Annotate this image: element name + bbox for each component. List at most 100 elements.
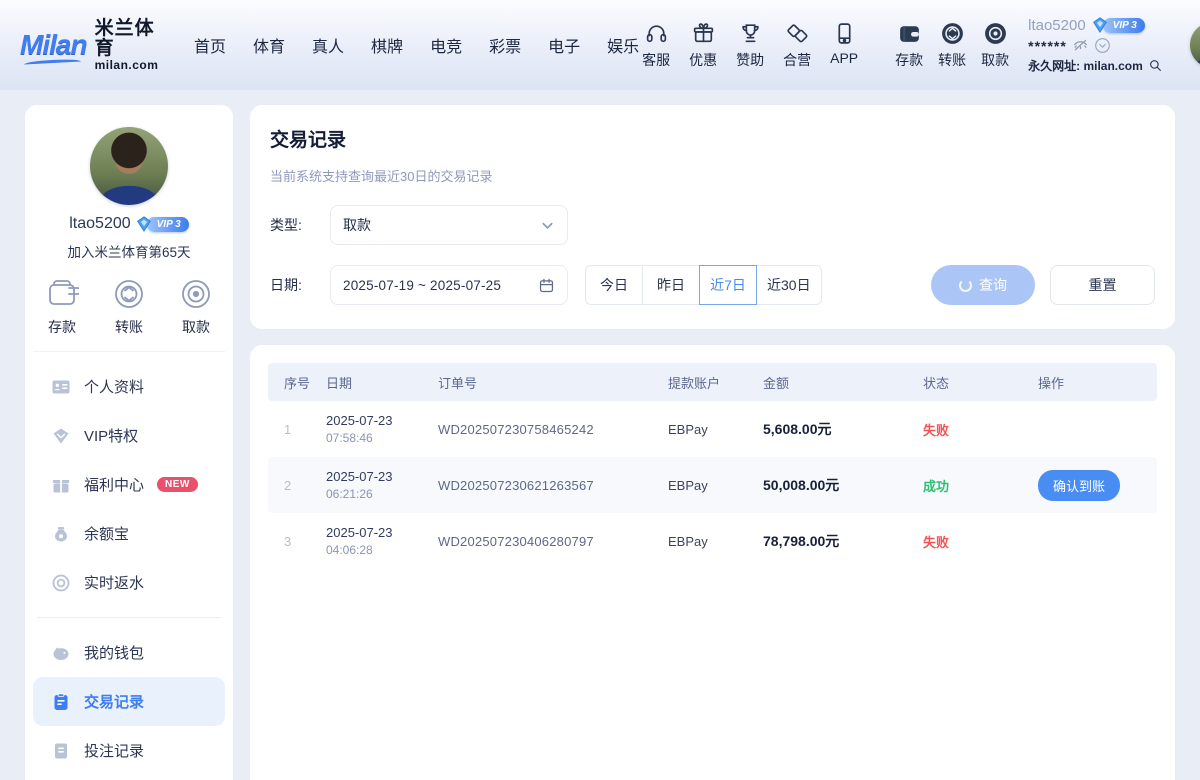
- table-row: 3 2025-07-23 04:06:28 WD2025072304062807…: [268, 513, 1157, 569]
- row-account: EBPay: [660, 422, 755, 437]
- row-datetime: 2025-07-23 07:58:46: [318, 412, 430, 446]
- records-table: 序号 日期 订单号 提款账户 金额 状态 操作 1 2025-07-23 07:…: [250, 345, 1175, 780]
- sponsor-label: 赞助: [736, 50, 764, 70]
- sidebar-item-welfare[interactable]: 福利中心 NEW: [33, 460, 225, 509]
- transfer-outline-icon: [112, 277, 146, 311]
- range-7days-button[interactable]: 近7日: [699, 265, 757, 305]
- reset-button[interactable]: 重置: [1050, 265, 1155, 305]
- service-label: 客服: [642, 50, 670, 70]
- brand-logo[interactable]: Milan 米兰体育 milan.com: [20, 19, 170, 71]
- row-account: EBPay: [660, 478, 755, 493]
- sidebar-item-label: 我的钱包: [84, 642, 144, 663]
- permanent-url: 永久网址: milan.com: [1028, 57, 1143, 74]
- coin-outline-icon: [179, 277, 213, 311]
- sidebar-deposit-label: 存款: [48, 317, 76, 337]
- type-select[interactable]: 取款: [330, 205, 568, 245]
- row-amount: 5,608.00元: [755, 419, 915, 439]
- clipboard-icon: [51, 692, 71, 712]
- nav-sports[interactable]: 体育: [253, 33, 285, 57]
- profile-vip-badge: VIP 3: [135, 215, 189, 233]
- sidebar-item-vip[interactable]: VIP特权: [33, 411, 225, 460]
- app-button[interactable]: APP: [827, 21, 861, 66]
- query-button-label: 查询: [979, 275, 1007, 295]
- sidebar-item-label: VIP特权: [84, 425, 138, 446]
- piggy-bank-icon: [51, 643, 71, 663]
- service-button[interactable]: 客服: [639, 21, 673, 70]
- username: ltao5200: [1028, 17, 1086, 34]
- range-yesterday-button[interactable]: 昨日: [642, 265, 700, 305]
- wallet-actions: 存款 转账: [892, 21, 1012, 70]
- transfer-button[interactable]: 转账: [935, 21, 969, 70]
- sponsor-button[interactable]: 赞助: [733, 21, 767, 70]
- nav-esports[interactable]: 电竞: [430, 33, 462, 57]
- deposit-button[interactable]: 存款: [892, 21, 926, 70]
- masked-balance: ******: [1028, 38, 1067, 54]
- page-title: 交易记录: [270, 125, 1155, 152]
- nav-slots[interactable]: 电子: [548, 33, 580, 57]
- sidebar-item-rebate[interactable]: 实时返水: [33, 558, 225, 607]
- sidebar-deposit-button[interactable]: 存款: [45, 277, 79, 337]
- nav-live[interactable]: 真人: [312, 33, 344, 57]
- nav-home[interactable]: 首页: [194, 33, 226, 57]
- row-status: 失败: [915, 532, 1030, 551]
- nav-casino[interactable]: 娱乐: [607, 33, 639, 57]
- promo-button[interactable]: 优惠: [686, 21, 720, 70]
- sidebar-item-label: 投注记录: [84, 740, 144, 761]
- table-header-row: 序号 日期 订单号 提款账户 金额 状态 操作: [268, 363, 1157, 401]
- sidebar-item-profile[interactable]: 个人资料: [33, 362, 225, 411]
- range-30days-button[interactable]: 近30日: [756, 265, 822, 305]
- sidebar-withdraw-label: 取款: [182, 317, 210, 337]
- sidebar-item-label: 福利中心: [84, 474, 144, 495]
- sidebar-item-bets[interactable]: 投注记录: [33, 726, 225, 775]
- profile-vip-label: VIP 3: [147, 217, 189, 232]
- col-action: 操作: [1030, 373, 1157, 392]
- transfer-icon: [940, 21, 965, 46]
- date-range-value: 2025-07-19 ~ 2025-07-25: [343, 278, 538, 293]
- rebate-icon: [51, 573, 71, 593]
- query-button[interactable]: 查询: [931, 265, 1035, 305]
- range-today-button[interactable]: 今日: [585, 265, 643, 305]
- brand-logo-cn: 米兰体育: [95, 19, 170, 59]
- wallet-icon: [897, 21, 922, 46]
- nav-chess[interactable]: 棋牌: [371, 33, 403, 57]
- confirm-received-button[interactable]: 确认到账: [1038, 470, 1120, 501]
- table-row: 2 2025-07-23 06:21:26 WD2025072306212635…: [268, 457, 1157, 513]
- type-select-value: 取款: [343, 215, 540, 235]
- quick-range-group: 今日 昨日 近7日 近30日: [585, 265, 822, 305]
- chevron-circle-icon[interactable]: [1094, 37, 1111, 54]
- row-amount: 50,008.00元: [755, 475, 915, 495]
- profile-avatar[interactable]: [90, 127, 168, 205]
- nav-lottery[interactable]: 彩票: [489, 33, 521, 57]
- promo-label: 优惠: [689, 50, 717, 70]
- sidebar-transfer-label: 转账: [115, 317, 143, 337]
- magnifier-icon[interactable]: [1148, 58, 1163, 73]
- brand-logo-script: Milan: [20, 29, 87, 61]
- chevron-down-icon: [540, 218, 555, 233]
- user-avatar[interactable]: [1190, 22, 1200, 68]
- row-amount: 78,798.00元: [755, 531, 915, 551]
- gift-solid-icon: [51, 475, 71, 495]
- col-status: 状态: [915, 373, 1030, 392]
- sidebar-item-label: 余额宝: [84, 523, 129, 544]
- col-account: 提款账户: [660, 373, 755, 392]
- row-datetime: 2025-07-23 04:06:28: [318, 524, 430, 558]
- vip-diamond-icon: [1091, 16, 1109, 34]
- sidebar-transfer-button[interactable]: 转账: [112, 277, 146, 337]
- gem-icon: [51, 426, 71, 446]
- moneybag-icon: [51, 524, 71, 544]
- sidebar-item-label: 交易记录: [84, 691, 144, 712]
- sidebar-quick-actions: 存款 转账 取款: [33, 261, 225, 352]
- sidebar-item-wallet[interactable]: 我的钱包: [33, 628, 225, 677]
- sidebar-item-yuebao[interactable]: 余额宝: [33, 509, 225, 558]
- user-info: ltao5200 VIP 3 ******: [1028, 16, 1178, 74]
- partner-button[interactable]: 合营: [780, 21, 814, 70]
- sidebar-item-transactions[interactable]: 交易记录: [33, 677, 225, 726]
- date-range-input[interactable]: 2025-07-19 ~ 2025-07-25: [330, 265, 568, 305]
- withdraw-button[interactable]: 取款: [978, 21, 1012, 70]
- gift-icon: [691, 21, 716, 46]
- eye-slash-icon[interactable]: [1072, 37, 1089, 54]
- table-row: 1 2025-07-23 07:58:46 WD2025072307584652…: [268, 401, 1157, 457]
- deposit-label: 存款: [895, 50, 923, 70]
- sidebar-item-label: 实时返水: [84, 572, 144, 593]
- sidebar-withdraw-button[interactable]: 取款: [179, 277, 213, 337]
